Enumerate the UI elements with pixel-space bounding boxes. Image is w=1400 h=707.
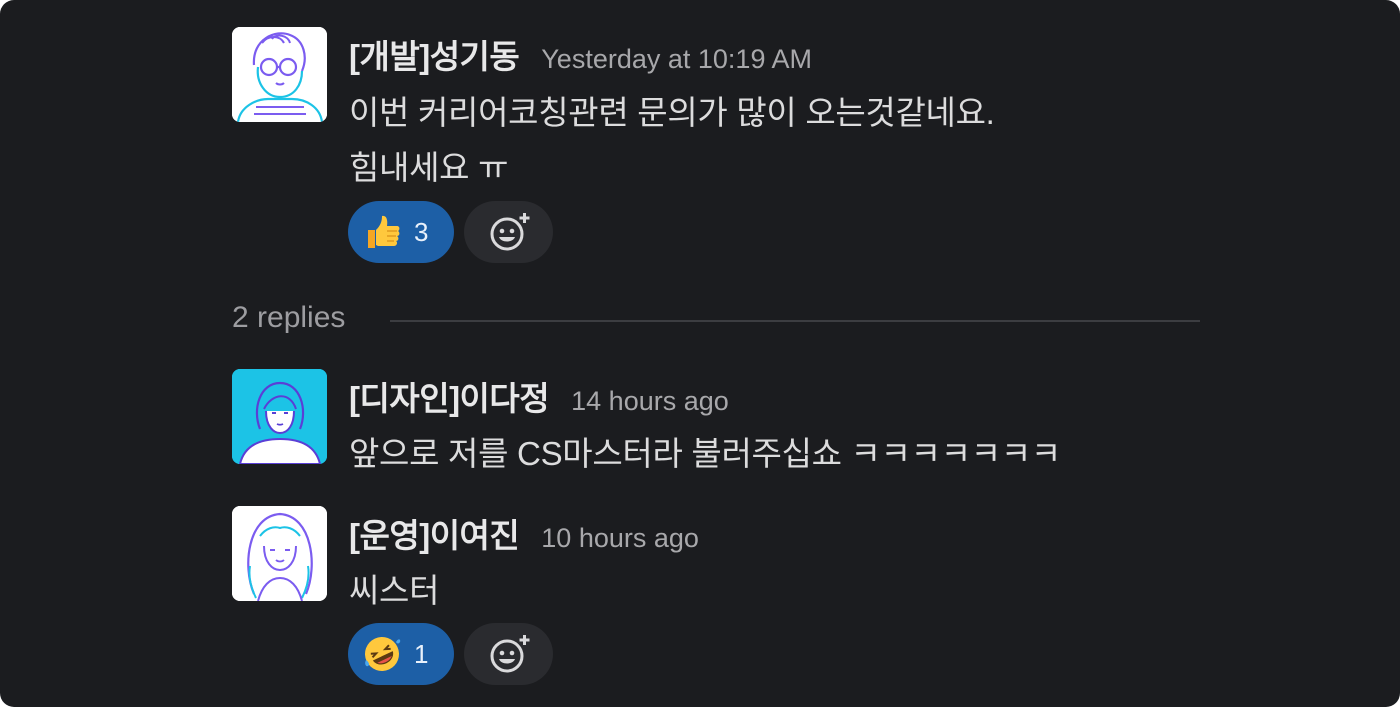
- reaction-count: 1: [414, 638, 429, 669]
- message-text: 앞으로 저를 CS마스터라 불러주십쇼 ㅋㅋㅋㅋㅋㅋㅋ: [349, 435, 1061, 472]
- add-reaction-icon: [487, 210, 531, 254]
- author-name[interactable]: [디자인]이다정: [349, 372, 550, 420]
- timestamp[interactable]: Yesterday at 10:19 AM: [541, 44, 812, 75]
- message-header: [운영]이여진 10 hours ago: [349, 509, 699, 557]
- message-header: [개발]성기동 Yesterday at 10:19 AM: [349, 30, 812, 78]
- replies-divider: 2 replies: [232, 299, 1200, 343]
- rolling-laughing-icon: [362, 634, 402, 674]
- author-name[interactable]: [운영]이여진: [349, 509, 520, 557]
- author-name[interactable]: [개발]성기동: [349, 30, 520, 78]
- avatar-woman-longhair-icon: [232, 506, 327, 601]
- reaction-thumbs-up[interactable]: 3: [348, 201, 454, 263]
- divider-line: [390, 320, 1200, 322]
- reaction-rolling-laughing[interactable]: 1: [348, 623, 454, 685]
- message-header: [디자인]이다정 14 hours ago: [349, 372, 729, 420]
- message-text: 이번 커리어코칭관련 문의가 많이 오는것같네요.: [349, 94, 995, 131]
- message-thread: [개발]성기동 Yesterday at 10:19 AM 이번 커리어코칭관련…: [0, 0, 1400, 707]
- timestamp[interactable]: 14 hours ago: [571, 386, 729, 417]
- timestamp[interactable]: 10 hours ago: [541, 523, 699, 554]
- avatar-woman-cyan-icon: [232, 369, 327, 464]
- message-text: 힘내세요 ㅠ: [349, 149, 509, 186]
- reaction-count: 3: [414, 216, 429, 247]
- add-reaction-button[interactable]: [464, 623, 553, 685]
- add-reaction-icon: [487, 632, 531, 676]
- add-reaction-button[interactable]: [464, 201, 553, 263]
- avatar[interactable]: [232, 506, 327, 601]
- avatar-glasses-man-icon: [232, 27, 327, 122]
- avatar[interactable]: [232, 369, 327, 464]
- message-text: 씨스터: [349, 572, 440, 609]
- thumbs-up-icon: [362, 212, 402, 252]
- avatar[interactable]: [232, 27, 327, 122]
- replies-count[interactable]: 2 replies: [232, 301, 345, 335]
